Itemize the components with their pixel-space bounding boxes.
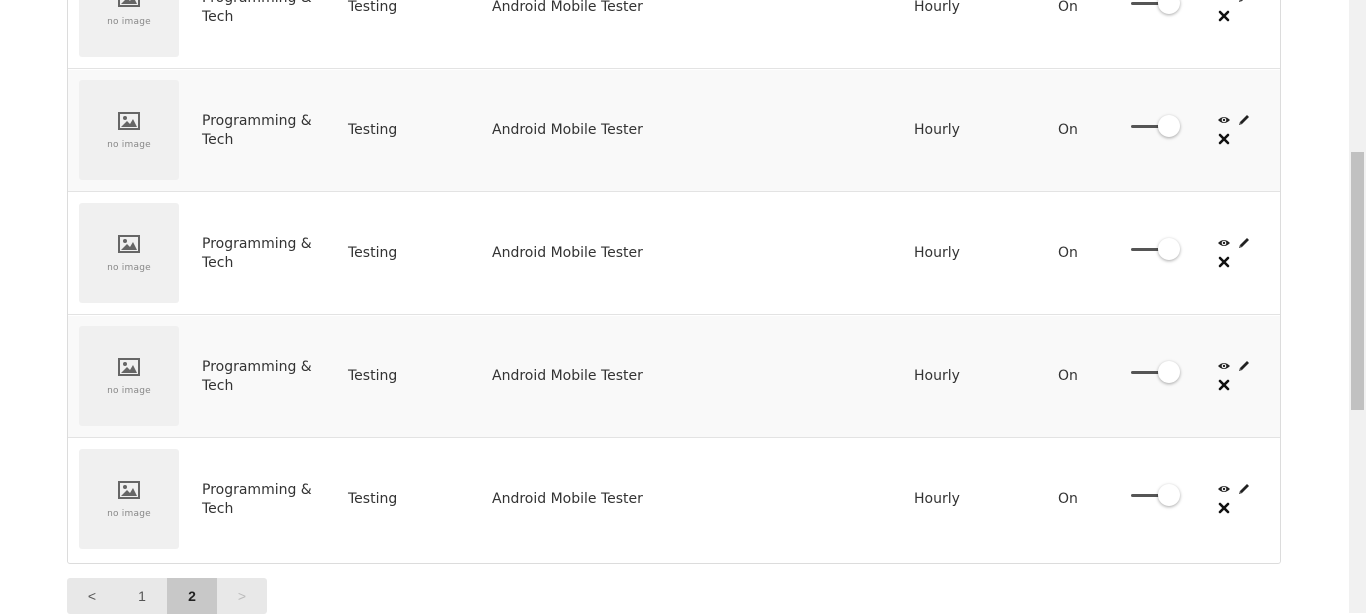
image-placeholder-icon xyxy=(118,0,140,7)
subcategory-cell: Testing xyxy=(348,0,398,15)
pagination-next-button[interactable]: > xyxy=(217,578,267,614)
title-cell: Android Mobile Tester xyxy=(492,245,643,261)
service-thumbnail: no image xyxy=(79,0,179,57)
subcategory-cell: Testing xyxy=(348,122,398,138)
status-toggle[interactable] xyxy=(1131,115,1183,139)
pagination-page-2[interactable]: 2 xyxy=(167,578,217,614)
no-image-label: no image xyxy=(107,386,151,396)
title-cell: Android Mobile Tester xyxy=(492,368,643,384)
status-cell: On xyxy=(1058,0,1078,15)
row-actions xyxy=(1217,0,1257,30)
services-table: no image Programming & Tech Testing Andr… xyxy=(67,0,1281,564)
row-actions xyxy=(1217,482,1257,522)
table-row: no image Programming & Tech Testing Andr… xyxy=(68,70,1280,192)
service-thumbnail: no image xyxy=(79,203,179,303)
toggle-knob xyxy=(1158,238,1180,260)
no-image-label: no image xyxy=(107,140,151,150)
pencil-icon[interactable] xyxy=(1237,236,1251,250)
subcategory-cell: Testing xyxy=(348,245,398,261)
page-scrollbar[interactable] xyxy=(1349,0,1366,613)
close-icon[interactable] xyxy=(1217,132,1231,146)
status-toggle[interactable] xyxy=(1131,0,1183,16)
subcategory-cell: Testing xyxy=(348,368,398,384)
subcategory-cell: Testing xyxy=(348,491,398,507)
row-actions xyxy=(1217,236,1257,276)
pagination: < 1 2 > xyxy=(67,578,267,614)
eye-icon[interactable] xyxy=(1217,0,1231,4)
type-cell: Hourly xyxy=(914,491,960,507)
eye-icon[interactable] xyxy=(1217,482,1231,496)
title-cell: Android Mobile Tester xyxy=(492,0,643,15)
eye-icon[interactable] xyxy=(1217,113,1231,127)
table-row: no image Programming & Tech Testing Andr… xyxy=(68,193,1280,315)
type-cell: Hourly xyxy=(914,368,960,384)
toggle-knob xyxy=(1158,0,1180,14)
no-image-label: no image xyxy=(107,17,151,27)
type-cell: Hourly xyxy=(914,122,960,138)
row-actions xyxy=(1217,113,1257,153)
service-thumbnail: no image xyxy=(79,326,179,426)
title-cell: Android Mobile Tester xyxy=(492,491,643,507)
image-placeholder-icon xyxy=(118,235,140,253)
close-icon[interactable] xyxy=(1217,9,1231,23)
type-cell: Hourly xyxy=(914,0,960,15)
category-cell: Programming & Tech xyxy=(202,113,312,148)
status-toggle[interactable] xyxy=(1131,361,1183,385)
toggle-knob xyxy=(1158,115,1180,137)
image-placeholder-icon xyxy=(118,358,140,376)
category-cell: Programming & Tech xyxy=(202,236,312,271)
eye-icon[interactable] xyxy=(1217,236,1231,250)
category-cell: Programming & Tech xyxy=(202,0,312,25)
status-cell: On xyxy=(1058,368,1078,384)
status-toggle[interactable] xyxy=(1131,238,1183,262)
table-row: no image Programming & Tech Testing Andr… xyxy=(68,0,1280,69)
pagination-prev-button[interactable]: < xyxy=(67,578,117,614)
category-cell: Programming & Tech xyxy=(202,482,312,517)
toggle-knob xyxy=(1158,361,1180,383)
pagination-page-1[interactable]: 1 xyxy=(117,578,167,614)
row-actions xyxy=(1217,359,1257,399)
pencil-icon[interactable] xyxy=(1237,482,1251,496)
title-cell: Android Mobile Tester xyxy=(492,122,643,138)
service-thumbnail: no image xyxy=(79,449,179,549)
table-row: no image Programming & Tech Testing Andr… xyxy=(68,316,1280,438)
service-thumbnail: no image xyxy=(79,80,179,180)
close-icon[interactable] xyxy=(1217,378,1231,392)
toggle-knob xyxy=(1158,484,1180,506)
eye-icon[interactable] xyxy=(1217,359,1231,373)
image-placeholder-icon xyxy=(118,112,140,130)
image-placeholder-icon xyxy=(118,481,140,499)
no-image-label: no image xyxy=(107,509,151,519)
scrollbar-thumb[interactable] xyxy=(1351,152,1364,410)
status-cell: On xyxy=(1058,122,1078,138)
table-row: no image Programming & Tech Testing Andr… xyxy=(68,439,1280,562)
status-cell: On xyxy=(1058,245,1078,261)
pencil-icon[interactable] xyxy=(1237,113,1251,127)
pencil-icon[interactable] xyxy=(1237,0,1251,4)
status-toggle[interactable] xyxy=(1131,484,1183,508)
close-icon[interactable] xyxy=(1217,501,1231,515)
no-image-label: no image xyxy=(107,263,151,273)
close-icon[interactable] xyxy=(1217,255,1231,269)
status-cell: On xyxy=(1058,491,1078,507)
category-cell: Programming & Tech xyxy=(202,359,312,394)
type-cell: Hourly xyxy=(914,245,960,261)
pencil-icon[interactable] xyxy=(1237,359,1251,373)
